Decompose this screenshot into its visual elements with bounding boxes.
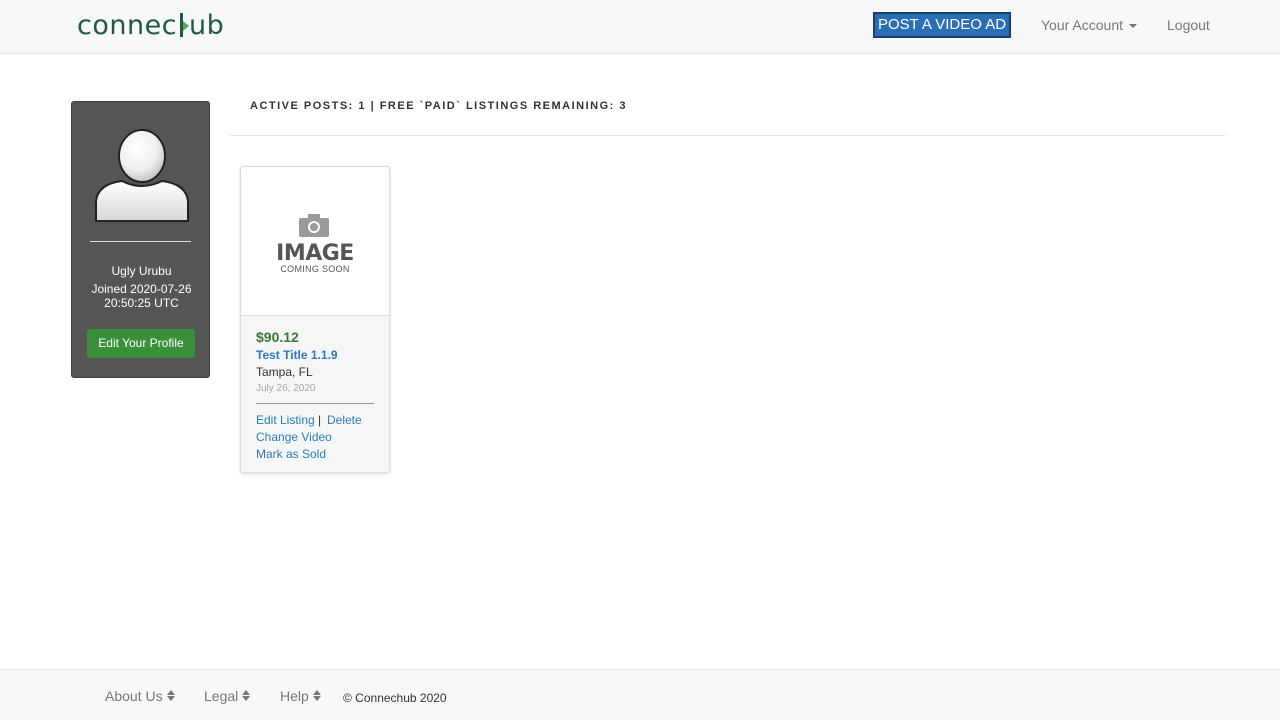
logout-link[interactable]: Logout	[1167, 17, 1210, 33]
listing-card: IMAGE COMING SOON $90.12 Test Title 1.1.…	[240, 166, 390, 473]
footer-help[interactable]: Help	[280, 688, 321, 704]
listing-stats-heading: ACTIVE POSTS: 1 | FREE `PAID` LISTINGS R…	[250, 100, 628, 112]
your-account-label: Your Account	[1041, 17, 1123, 33]
stats-divider	[230, 135, 1225, 136]
caret-down-icon	[1129, 24, 1137, 29]
edit-listing-link[interactable]: Edit Listing	[256, 413, 315, 427]
coming-soon-text: COMING SOON	[280, 264, 350, 274]
logo-play-mark-icon	[178, 12, 190, 38]
action-separator: |	[318, 413, 322, 427]
edit-profile-button[interactable]: Edit Your Profile	[87, 329, 195, 358]
connechub-logo[interactable]: connec ub	[77, 9, 224, 41]
listing-location: Tampa, FL	[256, 365, 313, 379]
your-account-dropdown[interactable]: Your Account	[1041, 17, 1137, 33]
profile-card: Ugly Urubu Joined 2020-07-26 20:50:25 UT…	[71, 101, 210, 378]
post-video-ad-button[interactable]: POST A VIDEO AD	[873, 12, 1011, 38]
footer-about-us[interactable]: About Us	[105, 688, 175, 704]
footer-bar: About Us Legal Help © Connechub 2020	[0, 669, 1280, 720]
sort-icon	[312, 690, 321, 702]
about-us-label: About Us	[105, 688, 163, 704]
user-avatar-icon	[95, 129, 189, 222]
listing-date: July 26, 2020	[256, 383, 316, 394]
footer-copyright: © Connechub 2020	[343, 691, 447, 705]
footer-legal[interactable]: Legal	[204, 688, 251, 704]
delete-listing-link[interactable]: Delete	[327, 413, 362, 427]
listing-title-link[interactable]: Test Title 1.1.9	[256, 348, 338, 362]
camera-icon	[299, 214, 329, 237]
image-placeholder-text: IMAGE	[276, 241, 354, 266]
mark-as-sold-link[interactable]: Mark as Sold	[256, 447, 326, 461]
profile-divider	[90, 241, 191, 242]
sort-icon	[166, 690, 175, 702]
sort-icon	[242, 690, 251, 702]
listing-divider	[256, 403, 374, 404]
logo-text-right: ub	[189, 9, 225, 41]
help-label: Help	[280, 688, 309, 704]
legal-label: Legal	[204, 688, 239, 704]
logo-text-left: connec	[77, 9, 178, 41]
change-video-link[interactable]: Change Video	[256, 430, 332, 444]
profile-name: Ugly Urubu	[111, 264, 172, 278]
top-navbar: connec ub POST A VIDEO AD Your Account Lo…	[0, 0, 1280, 54]
profile-joined-date: Joined 2020-07-26 20:50:25 UTC	[91, 282, 192, 310]
listing-thumbnail[interactable]: IMAGE COMING SOON	[241, 167, 389, 316]
listing-price: $90.12	[256, 329, 299, 345]
